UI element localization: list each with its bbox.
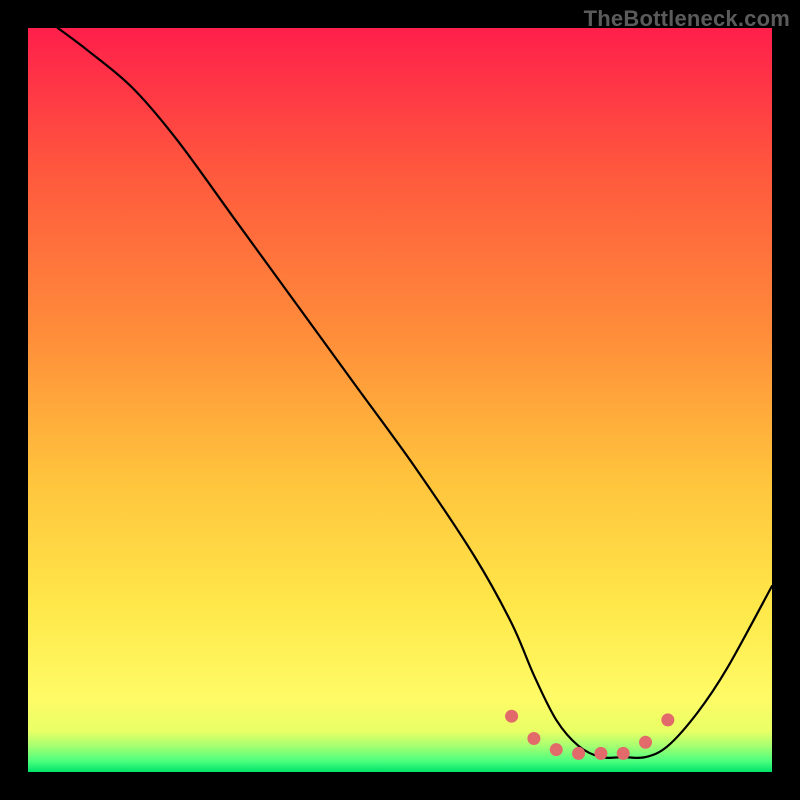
marker-point <box>639 736 652 749</box>
bottleneck-chart <box>28 28 772 772</box>
chart-stage: TheBottleneck.com <box>0 0 800 800</box>
gradient-background <box>28 28 772 772</box>
marker-point <box>661 713 674 726</box>
marker-point <box>594 747 607 760</box>
marker-point <box>505 710 518 723</box>
plot-area <box>28 28 772 772</box>
marker-point <box>527 732 540 745</box>
marker-point <box>572 747 585 760</box>
marker-point <box>550 743 563 756</box>
marker-point <box>617 747 630 760</box>
